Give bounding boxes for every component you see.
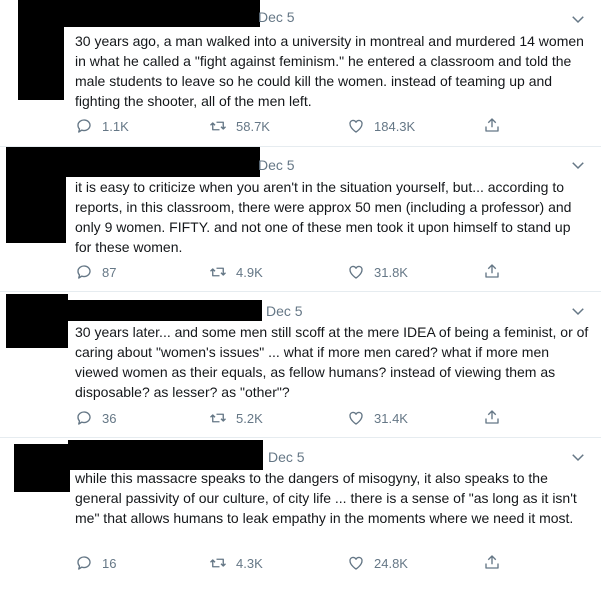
tweet-text: 30 years later... and some men still sco… xyxy=(75,324,589,400)
retweet-icon xyxy=(210,121,226,131)
reply-icon xyxy=(77,119,91,133)
tweet-actions: 16 4.3K 24.8K xyxy=(75,552,505,574)
tweet-text: 30 years ago, a man walked into a univer… xyxy=(75,33,584,109)
tweet[interactable]: Dec 5 it is easy to criticize when you a… xyxy=(0,147,601,291)
heart-icon xyxy=(349,556,363,570)
reply-button[interactable]: 16 xyxy=(75,552,116,574)
tweet-date[interactable]: Dec 5 xyxy=(268,449,305,465)
tweet-actions: 36 5.2K 31.4K xyxy=(75,407,505,429)
reply-count: 87 xyxy=(102,264,117,280)
tweet[interactable]: Dec 5 30 years ago, a man walked into a … xyxy=(0,0,601,146)
tweet-date[interactable]: Dec 5 xyxy=(258,9,295,25)
tweet-text: it is easy to criticize when you aren't … xyxy=(75,179,572,255)
redacted-avatar xyxy=(14,444,70,492)
tweet[interactable]: Dec 5 while this massacre speaks to the … xyxy=(0,438,601,589)
share-icon[interactable] xyxy=(483,116,501,134)
retweet-button[interactable]: 4.3K xyxy=(209,552,263,574)
heart-icon xyxy=(349,265,363,279)
redacted-username xyxy=(68,440,263,470)
redacted-username xyxy=(66,300,262,321)
share-icon[interactable] xyxy=(483,408,501,426)
retweet-icon xyxy=(210,413,226,423)
like-count: 24.8K xyxy=(374,555,408,571)
reply-button[interactable]: 36 xyxy=(75,407,116,429)
tweet-text: while this massacre speaks to the danger… xyxy=(75,470,577,526)
heart-icon xyxy=(349,119,363,133)
retweet-count: 4.3K xyxy=(236,555,263,571)
tweet[interactable]: Dec 5 30 years later... and some men sti… xyxy=(0,292,601,437)
retweet-count: 5.2K xyxy=(236,410,263,426)
chevron-down-icon[interactable] xyxy=(569,156,587,174)
reply-icon xyxy=(77,265,91,279)
heart-icon xyxy=(349,411,363,425)
redacted-username xyxy=(62,0,260,27)
retweet-count: 4.9K xyxy=(236,264,263,280)
reply-count: 1.1K xyxy=(102,118,129,134)
like-count: 31.8K xyxy=(374,264,408,280)
retweet-icon xyxy=(210,267,226,277)
share-icon[interactable] xyxy=(483,553,501,571)
tweet-actions: 1.1K 58.7K 184.3K xyxy=(75,115,505,137)
retweet-button[interactable]: 4.9K xyxy=(209,261,263,283)
reply-icon xyxy=(77,411,91,425)
like-count: 184.3K xyxy=(374,118,416,134)
like-button[interactable]: 31.4K xyxy=(347,407,408,429)
tweet-date[interactable]: Dec 5 xyxy=(258,157,295,173)
retweet-count: 58.7K xyxy=(236,118,270,134)
retweet-button[interactable]: 58.7K xyxy=(209,115,270,137)
redacted-avatar xyxy=(6,147,66,243)
retweet-icon xyxy=(210,558,226,568)
chevron-down-icon[interactable] xyxy=(569,10,587,28)
like-button[interactable]: 184.3K xyxy=(347,115,415,137)
share-icon[interactable] xyxy=(483,262,501,280)
retweet-button[interactable]: 5.2K xyxy=(209,407,263,429)
like-button[interactable]: 24.8K xyxy=(347,552,408,574)
reply-icon xyxy=(77,556,91,570)
redacted-avatar xyxy=(18,0,64,100)
tweet-actions: 87 4.9K 31.8K xyxy=(75,261,505,283)
reply-count: 36 xyxy=(102,410,117,426)
redacted-avatar xyxy=(6,294,68,348)
reply-button[interactable]: 1.1K xyxy=(75,115,129,137)
chevron-down-icon[interactable] xyxy=(569,302,587,320)
like-count: 31.4K xyxy=(374,410,408,426)
redacted-username xyxy=(64,147,260,177)
like-button[interactable]: 31.8K xyxy=(347,261,408,283)
reply-button[interactable]: 87 xyxy=(75,261,116,283)
chevron-down-icon[interactable] xyxy=(569,448,587,466)
tweet-date[interactable]: Dec 5 xyxy=(266,303,303,319)
reply-count: 16 xyxy=(102,555,117,571)
